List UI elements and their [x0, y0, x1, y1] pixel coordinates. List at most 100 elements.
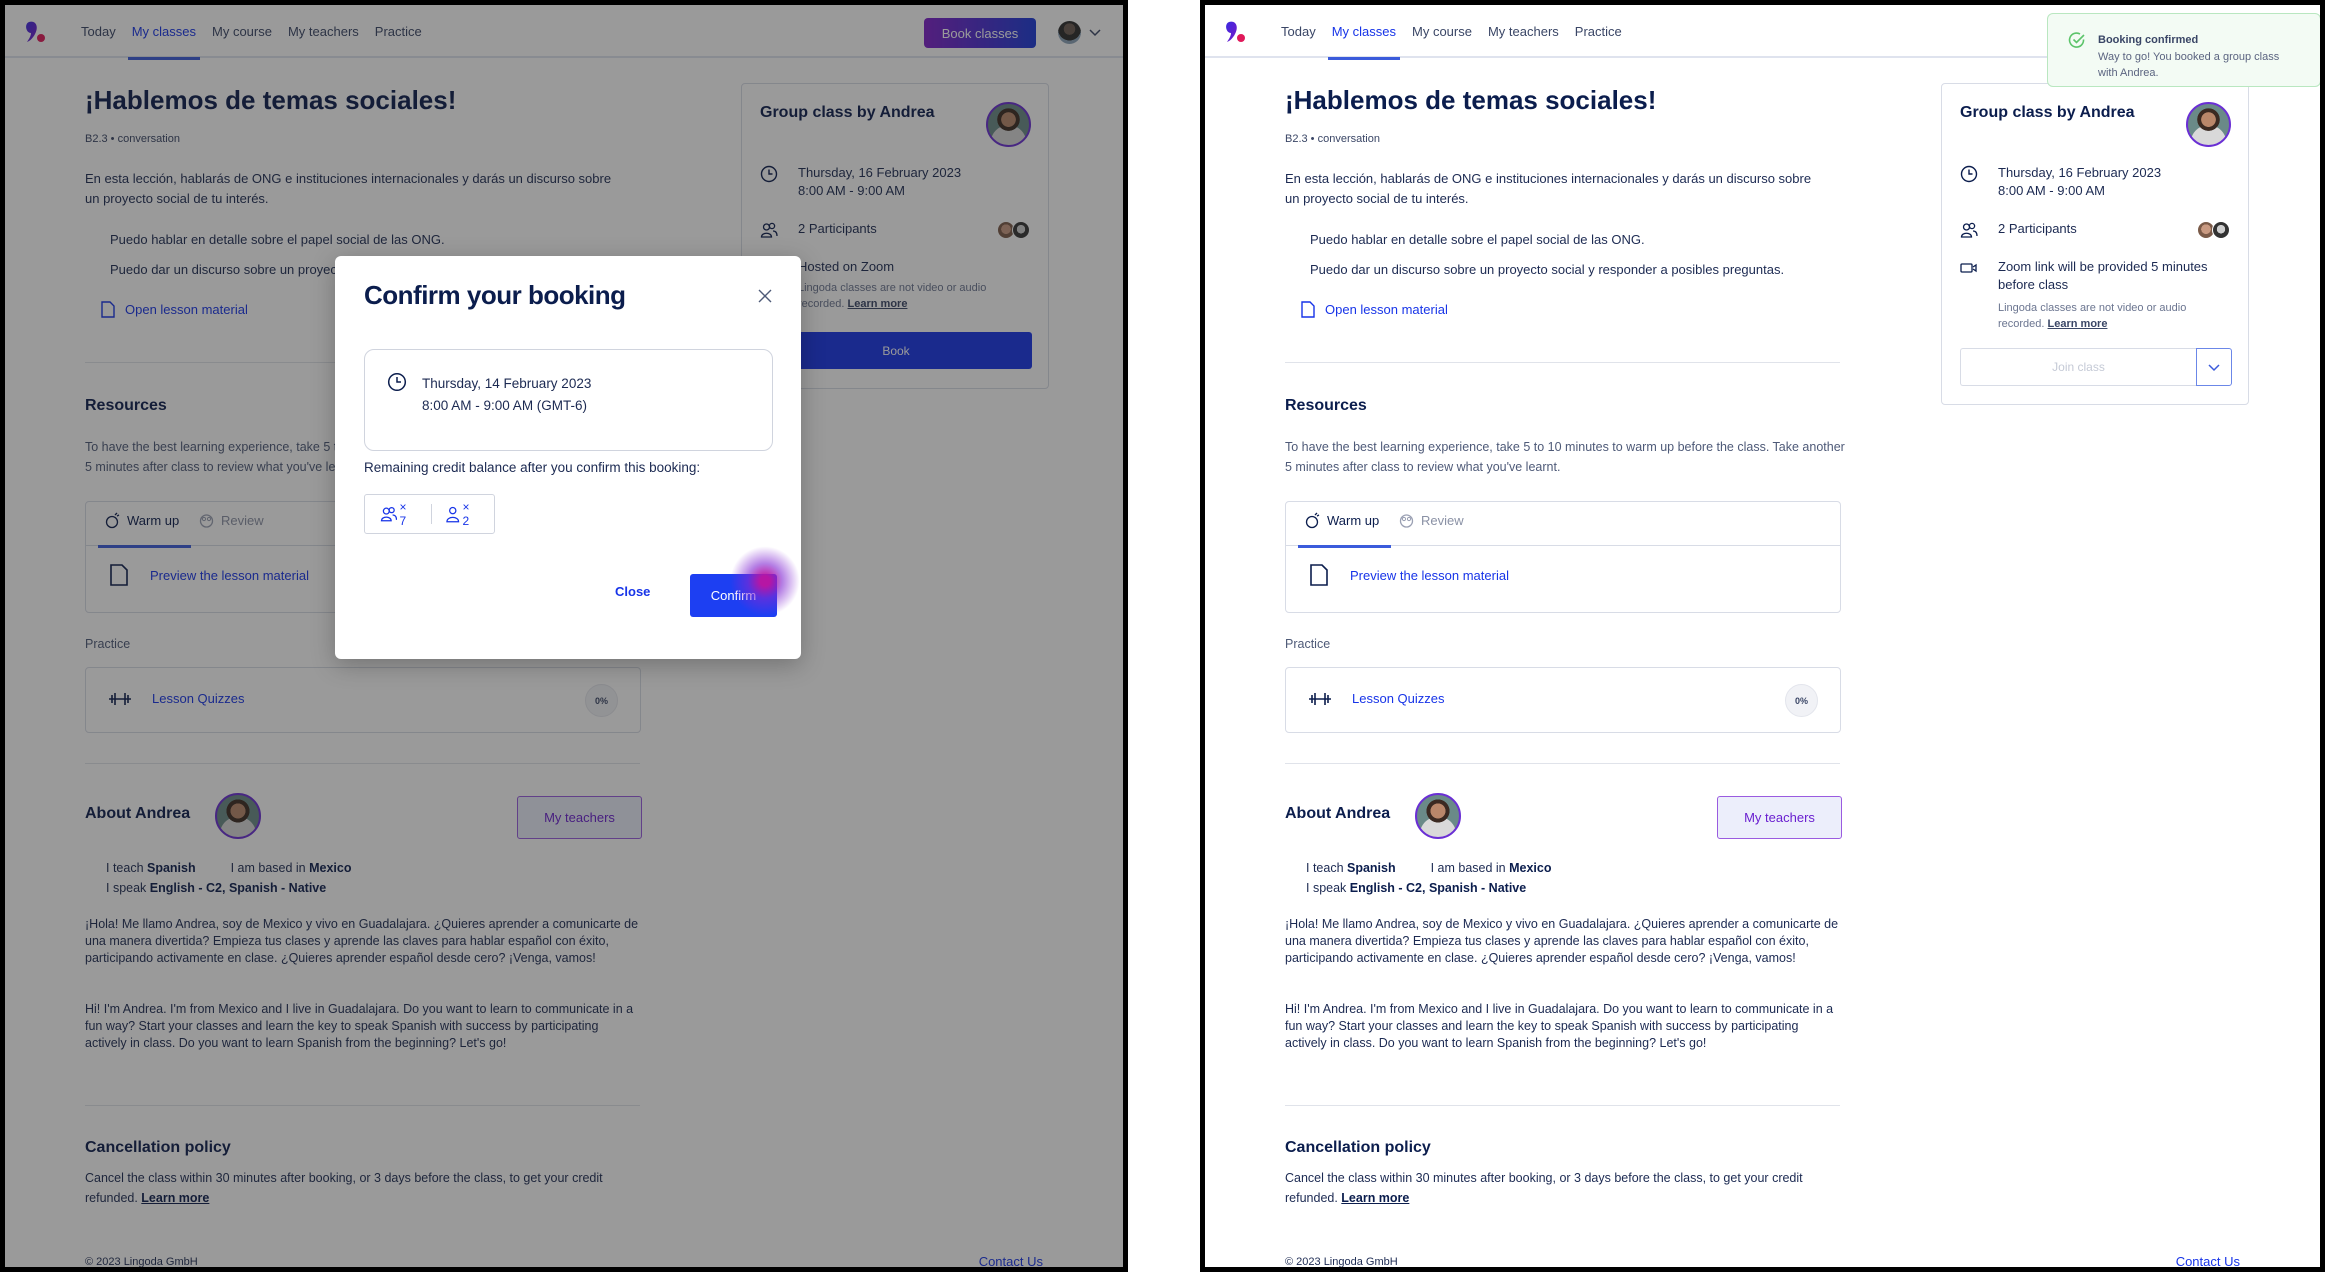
- clock-icon: [1960, 165, 1978, 183]
- section-divider: [1285, 763, 1840, 764]
- group-credits-icon: [380, 506, 398, 522]
- lingoda-logo-icon[interactable]: [1223, 19, 1249, 45]
- lesson-title: ¡Hablemos de temas sociales!: [1285, 85, 1657, 115]
- quiz-progress-indicator: 0%: [1785, 684, 1818, 717]
- dumbbell-icon: [1309, 692, 1331, 705]
- open-lesson-material-label: Open lesson material: [1325, 302, 1448, 317]
- lesson-quizzes-box: Lesson Quizzes 0%: [1285, 667, 1841, 733]
- tab-review[interactable]: Review: [1398, 512, 1464, 529]
- remaining-credits: × 7 × 2: [364, 494, 495, 534]
- resources-title: Resources: [1285, 397, 1367, 414]
- based-prefix: I am based in: [1430, 861, 1510, 875]
- confirm-button[interactable]: Confirm: [690, 574, 777, 617]
- about-teacher-title: About Andrea: [1285, 805, 1391, 822]
- private-credits: × 2: [430, 500, 494, 528]
- screen-before-confirm: Today My classes My course My teachers P…: [0, 0, 1128, 1272]
- lesson-goal: Puedo hablar en detalle sobre el papel s…: [1310, 232, 1645, 247]
- class-date: Thursday, 16 February 2023: [1998, 165, 2162, 180]
- lesson-level: B2.3 • conversation: [1285, 133, 1380, 145]
- clock-icon: [387, 372, 407, 392]
- section-divider: [1285, 1105, 1840, 1106]
- class-details-card: Group class by Andrea Thursday, 16 Febru…: [1941, 83, 2249, 405]
- participants-icon: [1960, 222, 1978, 238]
- participants-count: 2 Participants: [1998, 221, 2077, 236]
- teacher-avatar[interactable]: [2186, 102, 2231, 147]
- cancellation-learn-more-link[interactable]: Learn more: [1341, 1191, 1409, 1205]
- teach-prefix: I teach: [1306, 861, 1347, 875]
- lesson-quizzes-link[interactable]: Lesson Quizzes: [1308, 691, 1445, 706]
- nav-my-course[interactable]: My course: [1404, 5, 1480, 58]
- teacher-facts: I teach Spanish I am based in Mexico I s…: [1306, 858, 1552, 898]
- nav-tabs: Today My classes My course My teachers P…: [1273, 5, 1630, 60]
- nav-my-teachers[interactable]: My teachers: [1480, 5, 1567, 58]
- nav-practice[interactable]: Practice: [1567, 5, 1630, 58]
- teacher-avatar[interactable]: [1415, 793, 1461, 839]
- zoom-info-text: Zoom link will be provided 5 minutes bef…: [1998, 259, 2208, 292]
- teacher-languages: English - C2, Spanish - Native: [1349, 881, 1527, 895]
- class-time: 8:00 AM - 9:00 AM: [1998, 183, 2105, 198]
- cancellation-text: Cancel the class within 30 minutes after…: [1285, 1168, 1825, 1208]
- class-card-title: Group class by Andrea: [1960, 104, 2135, 121]
- private-credits-value: × 2: [462, 500, 470, 528]
- toast-message: Way to go! You booked a group class with…: [2098, 51, 2280, 79]
- zoom-info: Zoom link will be provided 5 minutes bef…: [1960, 258, 2238, 294]
- resources-intro: To have the best learning experience, ta…: [1285, 440, 1845, 474]
- warm-up-icon: [1305, 512, 1320, 529]
- section-divider: [1285, 362, 1840, 363]
- copyright: © 2023 Lingoda GmbH: [1285, 1256, 1398, 1268]
- contact-us-link[interactable]: Contact Us: [2176, 1254, 2240, 1267]
- group-credits-value: × 7: [399, 500, 407, 528]
- teacher-bio-english: Hi! I'm Andrea. I'm from Mexico and I li…: [1285, 1002, 1834, 1050]
- lesson-description: En esta lección, hablarás de ONG e insti…: [1285, 171, 1812, 206]
- tab-warm-up[interactable]: Warm up: [1297, 512, 1392, 548]
- open-lesson-material-link[interactable]: Open lesson material: [1301, 301, 1448, 318]
- lesson-goal: Puedo dar un discurso sobre un proyecto …: [1310, 262, 1785, 277]
- practice-label: Practice: [1285, 637, 1331, 651]
- class-datetime: Thursday, 16 February 2023 8:00 AM - 9:00…: [1960, 164, 2161, 200]
- booking-time: 8:00 AM - 9:00 AM (GMT-6): [422, 398, 588, 413]
- lesson-quizzes-label: Lesson Quizzes: [1352, 691, 1445, 706]
- document-icon: [1310, 564, 1328, 586]
- group-credits: × 7: [365, 500, 431, 528]
- teacher-location: Mexico: [1509, 861, 1552, 875]
- booking-slot-box: Thursday, 14 February 2023 8:00 AM - 9:0…: [364, 349, 773, 451]
- my-teachers-button[interactable]: My teachers: [1717, 796, 1842, 839]
- preview-lesson-material-label: Preview the lesson material: [1350, 567, 1509, 583]
- join-options-dropdown[interactable]: [2196, 348, 2232, 386]
- speak-prefix: I speak: [1306, 881, 1350, 895]
- close-icon[interactable]: [755, 286, 775, 306]
- booking-date: Thursday, 14 February 2023: [422, 376, 592, 391]
- toast-title: Booking confirmed: [2098, 34, 2199, 46]
- confirm-booking-dialog: Confirm your booking Thursday, 14 Februa…: [335, 256, 801, 659]
- join-class-split-button: Join class: [1960, 348, 2232, 386]
- screen-after-confirm: Today My classes My course My teachers P…: [1200, 0, 2325, 1272]
- participant-avatars: [2197, 221, 2230, 239]
- recording-note: Lingoda classes are not video or audio r…: [1998, 300, 2228, 332]
- class-participants: 2 Participants: [1960, 220, 2077, 239]
- nav-my-classes[interactable]: My classes: [1324, 5, 1404, 60]
- booking-confirmed-toast: Booking confirmed Way to go! You booked …: [2047, 13, 2320, 87]
- tab-warm-up-label: Warm up: [1327, 513, 1380, 528]
- join-class-button[interactable]: Join class: [1960, 348, 2196, 386]
- review-icon: [1399, 514, 1414, 528]
- remaining-credits-label: Remaining credit balance after you confi…: [364, 460, 701, 475]
- teacher-bio-spanish: ¡Hola! Me llamo Andrea, soy de Mexico y …: [1285, 917, 1839, 965]
- tab-review-label: Review: [1421, 513, 1464, 528]
- dialog-title: Confirm your booking: [364, 280, 626, 310]
- close-button[interactable]: Close: [615, 584, 650, 599]
- nav-today[interactable]: Today: [1273, 5, 1324, 58]
- cancellation-title: Cancellation policy: [1285, 1139, 1431, 1156]
- resources-tabs: Warm up Review: [1286, 502, 1840, 548]
- video-camera-icon: [1960, 263, 1977, 273]
- lesson-page: Today My classes My course My teachers P…: [1205, 5, 2320, 1267]
- private-credits-icon: [446, 506, 460, 523]
- participant-avatar: [2212, 221, 2230, 239]
- chevron-down-icon: [2208, 364, 2220, 372]
- check-circle-icon: [2068, 32, 2085, 48]
- lesson-goals: Puedo hablar en detalle sobre el papel s…: [1310, 231, 1784, 291]
- preview-lesson-material-link[interactable]: Preview the lesson material: [1310, 564, 1509, 586]
- resources-box: Warm up Review Preview the lesson materi…: [1285, 501, 1841, 613]
- recording-learn-more-link[interactable]: Learn more: [2048, 318, 2108, 330]
- teach-language: Spanish: [1347, 861, 1396, 875]
- document-icon: [1301, 301, 1315, 318]
